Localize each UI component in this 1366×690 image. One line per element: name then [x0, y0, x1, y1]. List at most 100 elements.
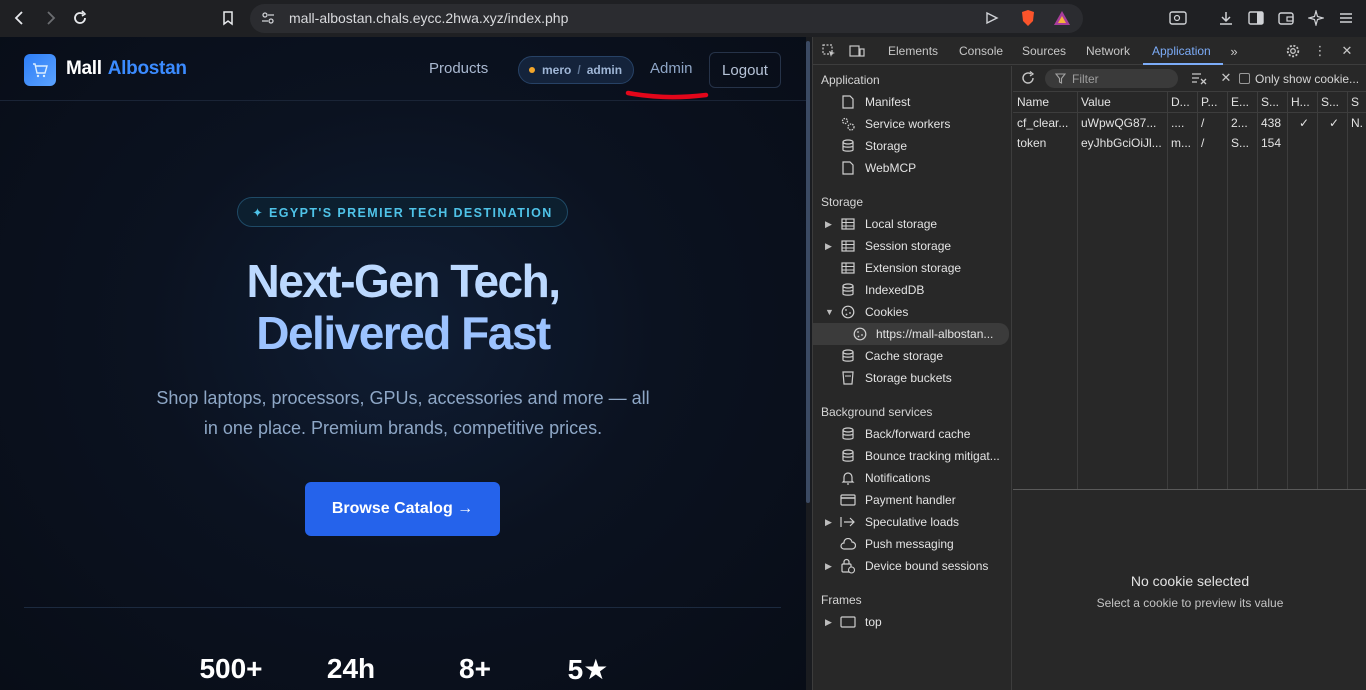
table-row[interactable]: cf_clear... uWpwQG87... .... / 2... 438 … — [1013, 113, 1366, 133]
reload-button[interactable] — [65, 3, 95, 33]
expand-arrow-icon[interactable]: ▶ — [825, 517, 832, 528]
forward-button[interactable] — [35, 3, 65, 33]
wallet-icon[interactable] — [1276, 8, 1296, 28]
sidebar-item-frame-top[interactable]: ▶ top — [813, 611, 1009, 633]
tab-console[interactable]: Console — [959, 44, 1003, 58]
cell-secure: ✓ — [1328, 116, 1340, 130]
sidebar-item-service-workers[interactable]: Service workers — [813, 113, 1009, 135]
bucket-icon — [840, 370, 856, 386]
sidebar-item-notifications[interactable]: Notifications — [813, 467, 1009, 489]
only-show-label: Only show cookie... — [1255, 72, 1360, 86]
tab-sources[interactable]: Sources — [1022, 44, 1066, 58]
stat-products: 500+ — [199, 653, 263, 684]
section-divider — [24, 607, 781, 608]
sidebar-item-manifest[interactable]: Manifest — [813, 91, 1009, 113]
col-header-samesite[interactable]: S — [1347, 92, 1366, 112]
stat-rating: 5★ — [567, 654, 609, 685]
cell-size: 154 — [1261, 136, 1282, 150]
sidebar-item-label: IndexedDB — [865, 283, 925, 297]
sidebar-item-bfcache[interactable]: Back/forward cache — [813, 423, 1009, 445]
hero-title-line2: Delivered Fast — [256, 307, 551, 359]
col-header-secure[interactable]: S... — [1317, 92, 1347, 112]
sidebar-item-storage[interactable]: Storage — [813, 135, 1009, 157]
sidebar-item-cookie-origin[interactable]: https://mall-albostan... — [813, 323, 1009, 345]
sidebar-item-label: https://mall-albostan... — [876, 327, 994, 341]
brand-logo[interactable]: Mall Albostan — [66, 58, 187, 80]
sidebar-item-speculative-loads[interactable]: ▶ Speculative loads — [813, 511, 1009, 533]
brave-shield-icon[interactable] — [1018, 8, 1038, 28]
cast-icon[interactable] — [982, 8, 1002, 28]
logout-button[interactable]: Logout — [709, 52, 781, 88]
sidebar-item-session-storage[interactable]: ▶ Session storage — [813, 235, 1009, 257]
more-options-icon[interactable]: ⋮ — [1312, 43, 1328, 59]
tab-elements[interactable]: Elements — [888, 44, 938, 58]
sidebar-item-cache-storage[interactable]: Cache storage — [813, 345, 1009, 367]
sidebar-item-label: Push messaging — [865, 537, 954, 551]
settings-gear-icon[interactable] — [1285, 43, 1301, 59]
file-icon — [840, 160, 856, 176]
cookies-table: Name Value D... P... E... S... H... S...… — [1013, 92, 1366, 490]
address-bar[interactable]: mall-albostan.chals.eycc.2hwa.xyz/index.… — [250, 4, 1083, 33]
frame-window-icon — [840, 614, 856, 630]
filter-placeholder: Filter — [1072, 71, 1099, 86]
sidebar-item-storage-buckets[interactable]: Storage buckets — [813, 367, 1009, 389]
brave-rewards-icon[interactable] — [1052, 8, 1072, 28]
close-devtools-icon[interactable]: ✕ — [1339, 43, 1355, 59]
inspect-element-icon[interactable] — [821, 43, 837, 59]
tab-application[interactable]: Application — [1152, 44, 1211, 58]
devtools-tabbar: Elements Console Sources Network Applica… — [813, 37, 1366, 65]
menu-icon[interactable] — [1336, 8, 1356, 28]
tab-network[interactable]: Network — [1086, 44, 1130, 58]
sidebar-item-indexeddb[interactable]: IndexedDB — [813, 279, 1009, 301]
preview-empty-title: No cookie selected — [1130, 573, 1250, 589]
col-header-value[interactable]: Value — [1077, 92, 1167, 112]
more-tabs-icon[interactable]: » — [1226, 43, 1242, 59]
back-button[interactable] — [5, 3, 35, 33]
sidebar-item-device-bound-sessions[interactable]: ▶ Device bound sessions — [813, 555, 1009, 577]
sidebar-item-label: Notifications — [865, 471, 931, 485]
expand-arrow-icon[interactable]: ▶ — [825, 617, 832, 628]
col-header-size[interactable]: S... — [1257, 92, 1287, 112]
refresh-icon[interactable] — [1020, 70, 1036, 86]
browse-catalog-button[interactable]: Browse Catalog → — [305, 482, 500, 536]
sidebar-item-payment-handler[interactable]: Payment handler — [813, 489, 1009, 511]
clear-filtered-icon[interactable] — [1191, 70, 1207, 86]
col-header-domain[interactable]: D... — [1167, 92, 1197, 112]
page-scrollbar-thumb[interactable] — [806, 41, 810, 503]
col-header-name[interactable]: Name — [1013, 92, 1077, 112]
device-toolbar-icon[interactable] — [849, 43, 865, 59]
expand-arrow-icon[interactable]: ▶ — [825, 241, 832, 252]
database-icon — [840, 138, 856, 154]
expand-arrow-icon[interactable]: ▶ — [825, 561, 832, 572]
collapse-arrow-icon[interactable]: ▼ — [825, 307, 834, 317]
delete-all-icon[interactable]: ✕ — [1218, 70, 1234, 86]
user-badge: mero / admin — [518, 56, 634, 84]
cell-domain: m... — [1171, 136, 1191, 150]
sidebar-item-push-messaging[interactable]: Push messaging — [813, 533, 1009, 555]
sidebar-item-local-storage[interactable]: ▶ Local storage — [813, 213, 1009, 235]
sidebar-item-extension-storage[interactable]: Extension storage — [813, 257, 1009, 279]
sidebar-item-cookies[interactable]: ▼ Cookies — [813, 301, 1009, 323]
site-settings-icon[interactable] — [258, 8, 278, 28]
reader-mode-icon[interactable] — [1168, 8, 1188, 28]
only-show-issues-checkbox[interactable] — [1239, 73, 1250, 84]
download-icon[interactable] — [1216, 8, 1236, 28]
nav-products-link[interactable]: Products — [429, 60, 488, 77]
leo-ai-icon[interactable] — [1306, 8, 1326, 28]
sidebar-item-label: Manifest — [865, 95, 911, 109]
sidebar-toggle-icon[interactable] — [1246, 8, 1266, 28]
table-row[interactable]: token eyJhbGciOiJl... m... / S... 154 — [1013, 133, 1366, 153]
expand-arrow-icon[interactable]: ▶ — [825, 219, 832, 230]
bookmark-button[interactable] — [213, 3, 243, 33]
cell-path: / — [1201, 136, 1205, 150]
col-header-httponly[interactable]: H... — [1287, 92, 1317, 112]
sidebar-heading-application: Application — [821, 73, 880, 87]
sidebar-item-label: Storage buckets — [865, 371, 952, 385]
cookie-filter-input[interactable]: Filter — [1045, 69, 1178, 88]
cart-icon[interactable] — [24, 54, 56, 86]
col-header-path[interactable]: P... — [1197, 92, 1227, 112]
sidebar-item-bounce-tracking[interactable]: Bounce tracking mitigat... — [813, 445, 1009, 467]
sidebar-item-webmcp[interactable]: WebMCP — [813, 157, 1009, 179]
nav-admin-link[interactable]: Admin — [650, 60, 693, 77]
col-header-expires[interactable]: E... — [1227, 92, 1257, 112]
